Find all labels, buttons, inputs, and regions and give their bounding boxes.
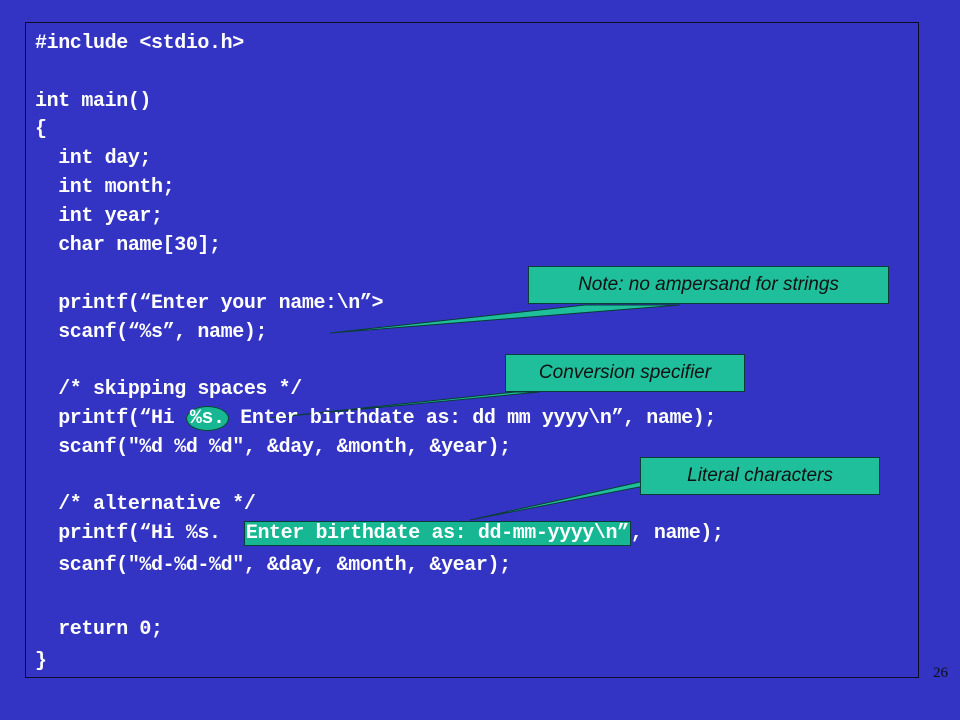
code-line-scanf-name: scanf(“%s”, name); <box>35 321 268 344</box>
printf-hi-suffix: Enter birthdate as: dd mm yyyy\n”, name)… <box>228 407 716 430</box>
page-number: 26 <box>933 665 948 681</box>
printf-alt-prefix: printf(“Hi %s. <box>35 522 244 545</box>
literal-characters-highlight: Enter birthdate as: dd-mm-yyyy\n” <box>243 521 631 546</box>
code-line-comment-spaces: /* skipping spaces */ <box>35 378 302 401</box>
code-line-return: return 0; <box>35 618 163 641</box>
code-line-close-brace: } <box>35 650 47 673</box>
code-line-scanf-dashes: scanf("%d-%d-%d", &day, &month, &year); <box>35 554 511 577</box>
code-line-decl-day: int day; <box>35 147 152 170</box>
code-line-printf-name: printf(“Enter your name:\n”> <box>35 292 384 315</box>
code-line-scanf-spaces: scanf("%d %d %d", &day, &month, &year); <box>35 436 511 459</box>
code-line-comment-alternative: /* alternative */ <box>35 493 256 516</box>
code-line-decl-month: int month; <box>35 176 175 199</box>
callout-no-ampersand: Note: no ampersand for strings <box>528 266 889 304</box>
callout-literal-characters: Literal characters <box>640 457 880 495</box>
printf-alt-suffix: , name); <box>630 522 724 545</box>
code-line-printf-hi: printf(“Hi %s. Enter birthdate as: dd mm… <box>35 405 716 433</box>
code-line-decl-name: char name[30]; <box>35 234 221 257</box>
code-line-printf-alt: printf(“Hi %s. Enter birthdate as: dd-mm… <box>35 520 724 548</box>
callout-conversion-specifier: Conversion specifier <box>505 354 745 392</box>
conversion-specifier-highlight: %s. <box>185 406 229 431</box>
code-line-main: int main() <box>35 90 152 113</box>
printf-hi-prefix: printf(“Hi <box>35 407 186 430</box>
code-line-decl-year: int year; <box>35 205 163 228</box>
code-line-open-brace: { <box>35 118 47 141</box>
code-line-include: #include <stdio.h> <box>35 32 244 55</box>
